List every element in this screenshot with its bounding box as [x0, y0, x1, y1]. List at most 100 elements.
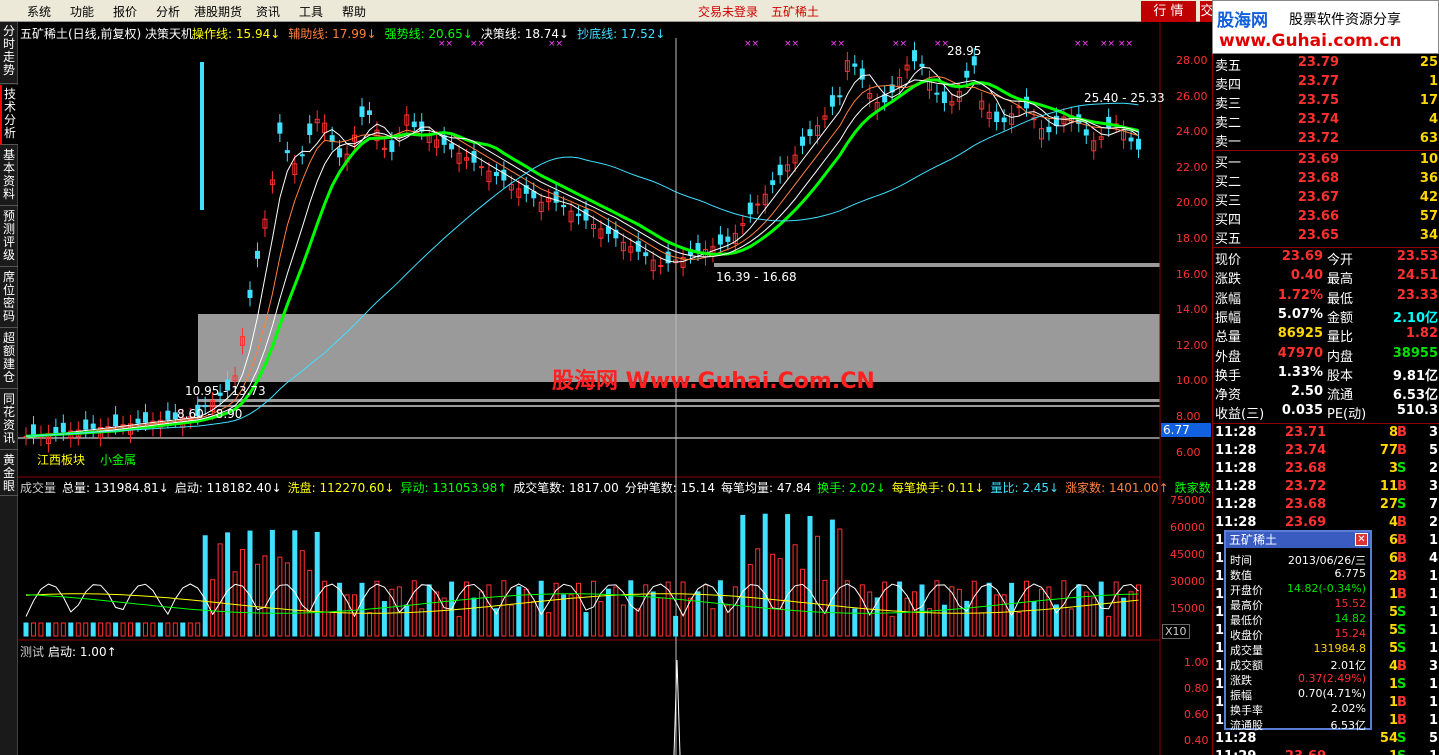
volume-tick-label: 15000 — [1170, 602, 1205, 615]
popup-row: 振幅 0.70(4.71%) — [1226, 687, 1370, 702]
tick-volume: 27 — [1379, 497, 1398, 512]
indicator-4[interactable]: 抄底线: 17.52↓ — [577, 27, 665, 41]
indicator-2[interactable]: 强势线: 20.65↓ — [385, 27, 473, 41]
quote-label: 净资 — [1215, 388, 1242, 404]
volume-bar — [105, 622, 111, 637]
tick-side: S — [1397, 497, 1407, 512]
sector-label-jiangxi[interactable]: 江西板块 — [37, 451, 85, 468]
volume-bar — [598, 601, 604, 637]
ask-level[interactable]: 卖二 23.74 4 — [1213, 112, 1439, 131]
price-tick-label: 6.00 — [1176, 445, 1201, 459]
menu-help[interactable]: 帮助 — [342, 3, 366, 20]
quote-value: 38955 — [1392, 345, 1438, 361]
current-price-tag: 6.77 — [1161, 423, 1211, 437]
volume-bar — [628, 580, 634, 637]
ask-volume: 4 — [1428, 112, 1438, 127]
quote-row: 振幅 5.07% 金额 2.10亿 — [1213, 307, 1439, 326]
indicator-3[interactable]: 决策线: 18.74↓ — [481, 27, 569, 41]
volume-bar — [620, 604, 626, 637]
menu-analysis[interactable]: 分析 — [156, 3, 180, 20]
volume-bar — [90, 622, 96, 637]
volume-bar — [292, 530, 298, 637]
close-icon[interactable]: ✕ — [1355, 533, 1368, 546]
test-tick-label: 1.00 — [1184, 656, 1209, 669]
volume-bar — [553, 582, 559, 637]
volume-bar — [60, 622, 66, 637]
quote-value: 23.33 — [1396, 287, 1438, 303]
volume-bar — [441, 597, 447, 637]
tick-price: 23.69 — [1285, 749, 1326, 755]
tab-seat-code[interactable]: 席位密码 — [0, 268, 18, 328]
site-logo: 股海网 股票软件资源分享 www.Guhai.com.cn — [1212, 0, 1439, 54]
ask-level[interactable]: 卖一 23.72 63 — [1213, 131, 1439, 150]
tab-golden-eye[interactable]: 黄金眼 — [0, 451, 18, 496]
candle-body — [493, 172, 499, 177]
popup-row: 时间 2013/06/26/三 — [1226, 552, 1370, 567]
volume-metric-6: 分钟笔数: 15.14 — [624, 481, 715, 495]
volume-bar — [874, 597, 880, 637]
candle-body — [329, 135, 335, 143]
indicator-0[interactable]: 操作线: 15.94↓ — [192, 27, 280, 41]
tab-rating[interactable]: 预测评级 — [0, 207, 18, 267]
volume-bar — [673, 615, 679, 637]
bid-level[interactable]: 买二 23.68 36 — [1213, 171, 1439, 190]
tick-count: 4 — [1428, 551, 1438, 566]
candle-body — [658, 264, 664, 267]
volume-bar — [150, 622, 156, 637]
volume-metric-3: 洗盘: 112270.60↓ — [287, 481, 395, 495]
indicator-1[interactable]: 辅助线: 17.99↓ — [288, 27, 376, 41]
volume-bar — [546, 612, 552, 637]
tab-fundamentals[interactable]: 基本资料 — [0, 146, 18, 206]
menu-system[interactable]: 系统 — [27, 3, 51, 20]
bid-volume: 57 — [1419, 209, 1438, 224]
bid-level[interactable]: 买三 23.67 42 — [1213, 190, 1439, 209]
volume-bar — [762, 513, 768, 637]
popup-value: 2013/06/26/三 — [1287, 554, 1366, 567]
volume-bar — [269, 529, 275, 637]
tab-ths-news[interactable]: 同花资讯 — [0, 390, 18, 450]
sector-label-minor-metal[interactable]: 小金属 — [100, 451, 136, 468]
volume-bar — [650, 591, 656, 637]
menu-quote[interactable]: 报价 — [113, 3, 137, 20]
candle-body — [800, 136, 806, 146]
volume-bar — [254, 563, 260, 637]
volume-bar — [471, 597, 477, 637]
candle-body — [30, 424, 36, 436]
candle-body — [135, 418, 141, 424]
quote-value: 47970 — [1277, 345, 1323, 361]
ask-level[interactable]: 卖四 23.77 1 — [1213, 74, 1439, 93]
volume-bar — [516, 586, 522, 637]
bid-level[interactable]: 买四 23.66 57 — [1213, 209, 1439, 228]
tick-row: 11:28 23.72 11 B 3 — [1213, 479, 1439, 497]
tab-excess-position[interactable]: 超额建仓 — [0, 329, 18, 389]
menu-function[interactable]: 功能 — [70, 3, 94, 20]
ask-level[interactable]: 卖三 23.75 17 — [1213, 93, 1439, 112]
login-status[interactable]: 交易未登录 — [698, 3, 758, 20]
tick-row: 11:28 54 S 5 — [1213, 731, 1439, 749]
volume-metric-10: 量比: 2.45↓ — [990, 481, 1060, 495]
menu-hk-futures[interactable]: 港股期货 — [194, 3, 242, 20]
volume-bar — [434, 591, 440, 637]
popup-label: 开盘价 — [1230, 584, 1263, 597]
price-tick-label: 22.00 — [1176, 160, 1208, 174]
tab-quote[interactable]: 行 情 — [1141, 1, 1196, 22]
bar-info-popup[interactable]: 五矿稀土 ✕ 时间 2013/06/26/三 数值 6.775 开盘价 14.82(-0.… — [1224, 530, 1372, 732]
menu-tools[interactable]: 工具 — [299, 3, 323, 20]
bid-level[interactable]: 买一 23.69 10 — [1213, 152, 1439, 171]
tick-count: 1 — [1428, 695, 1438, 710]
ask-level[interactable]: 卖五 23.79 25 — [1213, 55, 1439, 74]
menu-news[interactable]: 资讯 — [256, 3, 280, 20]
quote-label: 量比 — [1327, 330, 1354, 346]
tick-count: 3 — [1428, 659, 1438, 674]
volume-bar — [986, 582, 992, 637]
volume-average-lines — [25, 583, 1139, 618]
popup-title-text: 五矿稀土 — [1229, 533, 1278, 547]
volume-bar — [456, 615, 462, 637]
bid-level[interactable]: 买五 23.65 34 — [1213, 228, 1439, 247]
tab-technical-analysis[interactable]: 技术分析 — [0, 85, 18, 145]
tab-time-share[interactable]: 分时走势 — [0, 22, 18, 84]
volume-bar — [1046, 586, 1052, 637]
candle-body — [717, 234, 723, 245]
volume-bar — [1121, 597, 1127, 637]
tick-side: B — [1397, 587, 1407, 602]
